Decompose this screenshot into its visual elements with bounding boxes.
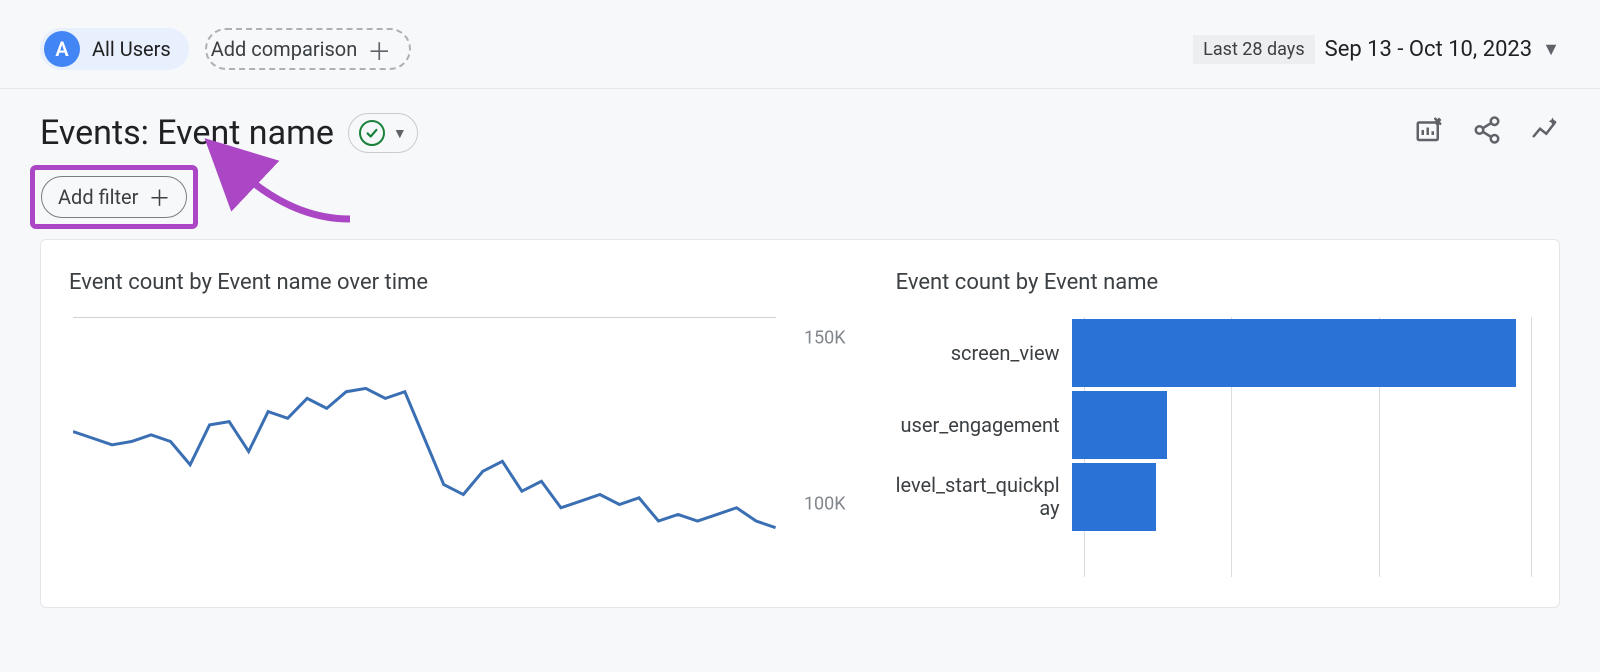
add-filter-label: Add filter	[58, 185, 138, 209]
bar-label: level_start_quickplay	[896, 474, 1072, 520]
add-comparison-label: Add comparison	[211, 37, 358, 61]
bar-chart[interactable]: screen_view user_engagement level_start_qu…	[896, 317, 1531, 577]
bar-chart-rows: screen_view user_engagement level_start_qu…	[896, 317, 1531, 533]
y-tick-label: 100K	[798, 494, 846, 515]
y-tick-label: 150K	[798, 327, 846, 348]
plus-icon: ＋	[367, 32, 391, 67]
bar-label: screen_view	[896, 342, 1072, 365]
add-comparison-button[interactable]: Add comparison ＋	[205, 28, 412, 70]
segment-badge: A	[44, 31, 80, 67]
bar-row: screen_view	[896, 317, 1531, 389]
page-title: Events: Event name	[40, 113, 334, 153]
bar-label: user_engagement	[896, 414, 1072, 437]
line-chart-svg	[73, 318, 776, 577]
content-area: Event count by Event name over time 150K…	[0, 239, 1600, 648]
annotation-arrow-icon	[220, 149, 380, 249]
line-chart-title: Event count by Event name over time	[69, 270, 846, 295]
bar	[1072, 319, 1516, 387]
top-bar: A All Users Add comparison ＋ Last 28 day…	[0, 0, 1600, 89]
bar	[1072, 391, 1167, 459]
add-filter-highlight: Add filter ＋	[30, 165, 198, 229]
bar	[1072, 463, 1156, 531]
date-range-text: Sep 13 - Oct 10, 2023	[1325, 37, 1533, 62]
header-actions	[1414, 115, 1560, 152]
segment-chip-all-users[interactable]: A All Users	[40, 28, 189, 70]
share-icon[interactable]	[1472, 115, 1502, 152]
add-filter-button[interactable]: Add filter ＋	[41, 176, 187, 218]
filter-row: Add filter ＋	[0, 159, 1600, 239]
line-chart-column: Event count by Event name over time 150K…	[69, 270, 846, 577]
bar-row: user_engagement	[896, 389, 1531, 461]
chevron-down-icon: ▼	[1542, 39, 1560, 60]
chevron-down-icon: ▼	[393, 125, 407, 142]
check-circle-icon	[359, 120, 385, 146]
segment-label: All Users	[92, 37, 171, 61]
status-dropdown[interactable]: ▼	[348, 113, 418, 153]
line-chart[interactable]: 150K 100K	[73, 317, 846, 577]
date-scope-badge: Last 28 days	[1193, 35, 1314, 64]
date-range-picker[interactable]: Last 28 days Sep 13 - Oct 10, 2023 ▼	[1193, 35, 1560, 64]
bar-chart-column: Event count by Event name screen_viewuse…	[856, 270, 1531, 577]
insights-icon[interactable]	[1530, 115, 1560, 152]
bar-row: level_start_quickplay	[896, 461, 1531, 533]
plus-icon: ＋	[148, 181, 170, 213]
customize-report-icon[interactable]	[1414, 115, 1444, 152]
chart-panel: Event count by Event name over time 150K…	[40, 239, 1560, 608]
bar-chart-title: Event count by Event name	[896, 270, 1531, 295]
